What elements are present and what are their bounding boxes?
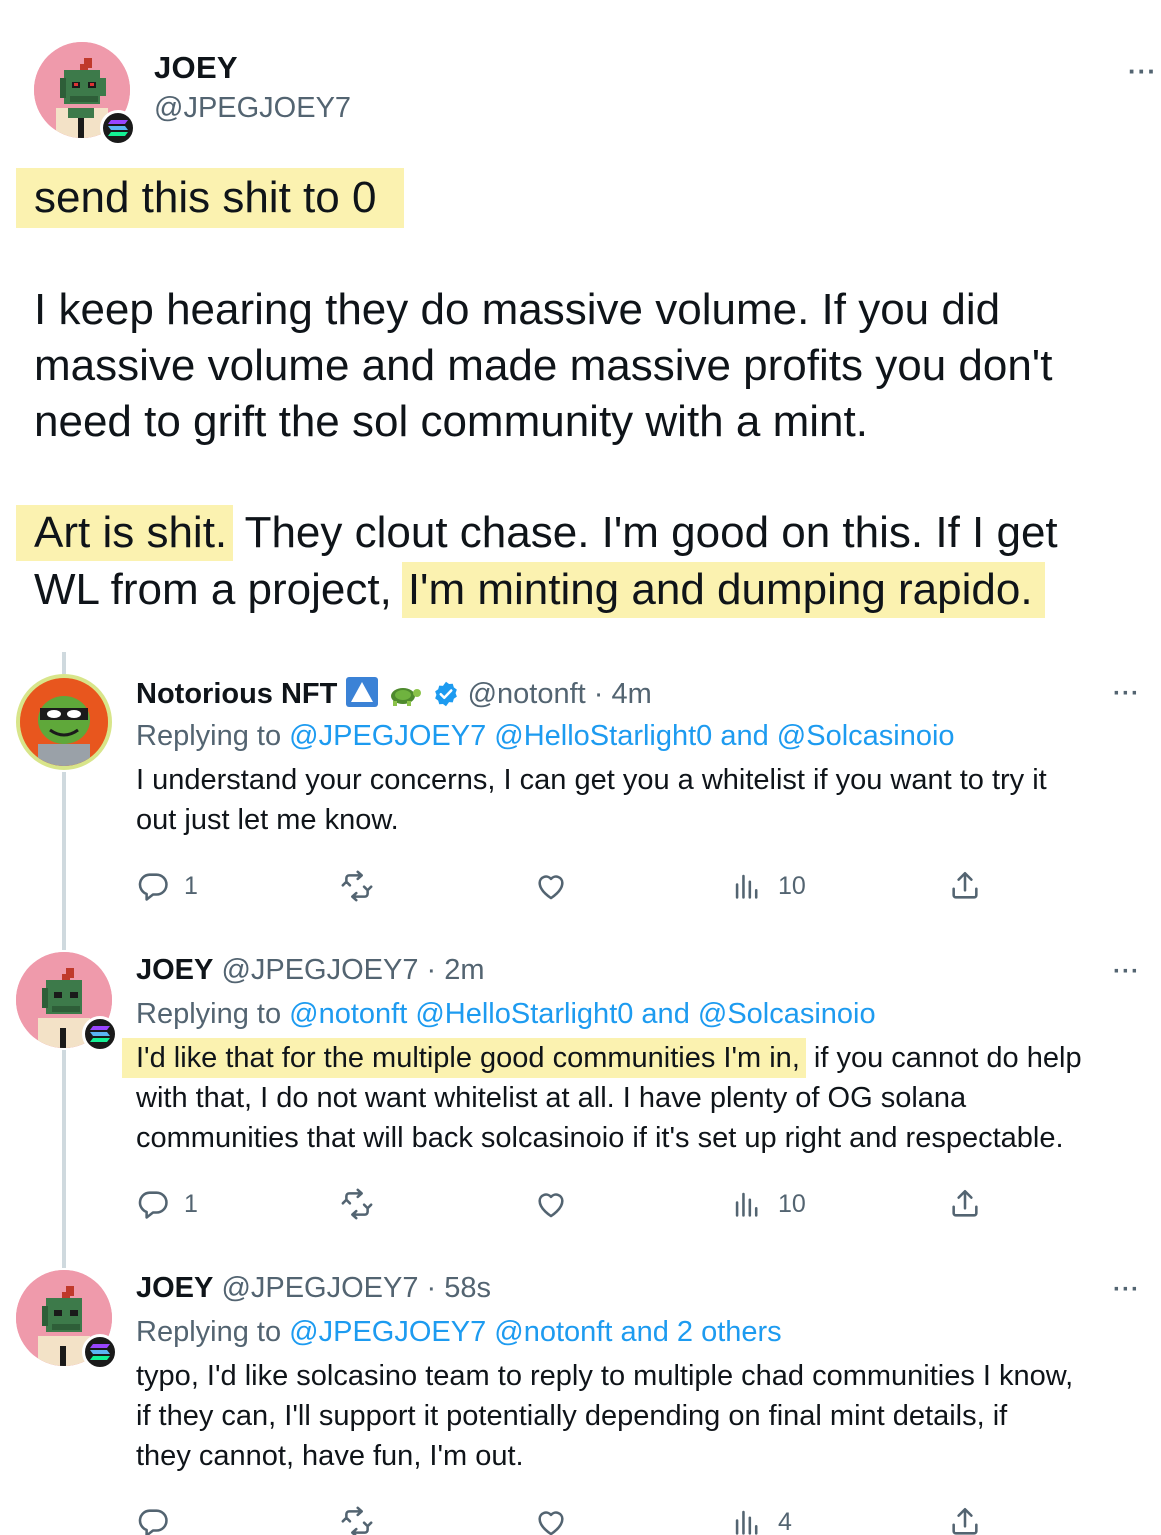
display-name[interactable]: JOEY [136,954,213,986]
mention-link[interactable]: @JPEGJOEY7 @HelloStarlight0 and @Solcasi… [289,720,954,752]
reply-text-line: I understand your concerns, I can get yo… [136,764,1047,796]
reply-text-line: typo, I'd like solcasino team to reply t… [136,1360,1074,1392]
triangle-badge-icon [346,677,379,707]
replying-to: Replying to @notonft @HelloStarlight0 an… [136,998,876,1030]
retweet-icon [341,870,373,902]
views-icon [735,1192,758,1217]
tweet-line-2: I keep hearing they do massive volume. I… [34,285,1001,334]
main-tweet: JOEY @JPEGJOEY7 ··· send this shit to 0 … [0,0,1161,650]
more-options-icon[interactable]: ··· [1113,680,1140,708]
display-name[interactable]: JOEY [136,1272,213,1304]
tweet-line-1: send this shit to 0 [16,168,432,230]
verified-badge-icon [434,681,457,707]
views-button[interactable]: 10 [730,864,806,908]
mention-link[interactable]: @notonft @HelloStarlight0 and @Solcasino… [289,998,875,1030]
reply-text-line: they cannot, have fun, I'm out. [136,1440,524,1472]
user-handle[interactable]: @JPEGJOEY7 [154,92,351,125]
avatar[interactable] [16,674,112,770]
share-button[interactable] [948,1182,982,1226]
solana-badge-icon [82,1016,118,1052]
reply-tweet: Notorious NFT @notonft · 4m ··· Replying… [0,660,1161,930]
highlighted-text: send this shit to 0 [16,168,405,228]
action-bar: 1 10 [136,1182,1016,1226]
views-count: 10 [778,1189,806,1218]
tweet-text: They clout chase. I'm good on this. If I… [233,508,1058,557]
timestamp[interactable]: 2m [444,954,484,986]
retweet-button[interactable] [340,864,374,908]
retweet-icon [341,1506,373,1535]
user-handle[interactable]: @JPEGJOEY7 [221,954,418,986]
tweet-line-4: need to grift the sol community with a m… [34,397,868,446]
reply-icon [138,873,168,901]
turtle-emoji-icon [391,688,422,706]
reply-text-line: I'd like that for the multiple good comm… [122,1038,1082,1078]
reply-header: Notorious NFT @notonft · 4m [136,677,652,710]
retweet-button[interactable] [340,1182,374,1226]
views-button[interactable]: 4 [730,1500,792,1535]
solana-badge-icon [82,1334,118,1370]
highlighted-text: I'd like that for the multiple good comm… [122,1038,806,1078]
replying-to: Replying to @JPEGJOEY7 @HelloStarlight0 … [136,720,955,752]
turtle-avatar-icon [20,678,108,766]
reply-text-line: communities that will back solcasinoio i… [136,1122,1064,1154]
heart-icon [538,875,564,900]
replying-to: Replying to @JPEGJOEY7 @notonft and 2 ot… [136,1316,782,1348]
action-bar: 4 [136,1500,1016,1535]
user-handle[interactable]: @JPEGJOEY7 [221,1272,418,1304]
views-icon [735,874,758,899]
reply-tweet: JOEY @JPEGJOEY7 · 58s ··· Replying to @J… [0,1258,1161,1535]
mention-link[interactable]: @JPEGJOEY7 @notonft and 2 others [289,1316,782,1348]
solana-badge-icon [100,110,136,146]
reply-button[interactable]: 1 [136,1182,198,1226]
action-bar: 1 10 [136,864,1016,908]
highlighted-text: Art is shit. [16,505,234,561]
tweet-line-6: WL from a project, I'm minting and dumpin… [34,562,1045,618]
display-name[interactable]: JOEY [154,50,238,86]
reply-button[interactable]: 1 [136,864,198,908]
reply-text-line: if they can, I'll support it potentially… [136,1400,1008,1432]
user-handle[interactable]: @notonft [468,678,586,710]
share-icon [952,871,978,899]
reply-header: JOEY @JPEGJOEY7 · 58s [136,1272,492,1304]
views-icon [735,1510,758,1535]
more-options-icon[interactable]: ··· [1113,1276,1140,1304]
reply-count: 1 [184,1189,198,1218]
reply-header: JOEY @JPEGJOEY7 · 2m [136,954,485,986]
highlighted-text: I'm minting and dumping rapido. [401,562,1045,618]
reply-count: 1 [184,871,198,900]
tweet-line-3: massive volume and made massive profits … [34,341,1053,390]
reply-text-line: with that, I do not want whitelist at al… [136,1082,967,1114]
heart-icon [538,1511,564,1535]
more-options-icon[interactable]: ··· [1128,56,1157,87]
share-button[interactable] [948,864,982,908]
views-count: 10 [778,871,806,900]
retweet-button[interactable] [340,1500,374,1535]
reply-icon [138,1191,168,1219]
share-icon [952,1189,978,1217]
views-count: 4 [778,1507,792,1535]
more-options-icon[interactable]: ··· [1113,958,1140,986]
timestamp[interactable]: 58s [444,1272,491,1304]
like-button[interactable] [534,1182,568,1226]
like-button[interactable] [534,864,568,908]
tweet-line-5: Art is shit. They clout chase. I'm good … [16,505,1058,561]
reply-text-line: out just let me know. [136,804,399,836]
reply-tweet: JOEY @JPEGJOEY7 · 2m ··· Replying to @no… [0,940,1161,1230]
share-icon [952,1507,978,1535]
display-name[interactable]: Notorious NFT [136,678,337,710]
reply-button[interactable] [136,1500,170,1535]
tweet-text: WL from a project, [34,565,392,614]
timestamp[interactable]: 4m [612,678,652,710]
heart-icon [538,1193,564,1218]
like-button[interactable] [534,1500,568,1535]
views-button[interactable]: 10 [730,1182,806,1226]
retweet-icon [341,1188,373,1220]
reply-icon [138,1509,168,1535]
share-button[interactable] [948,1500,982,1535]
